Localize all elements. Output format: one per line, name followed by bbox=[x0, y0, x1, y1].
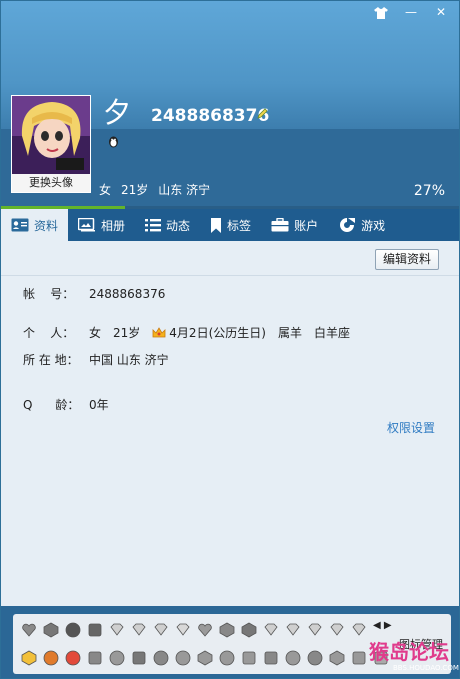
tab-feed[interactable]: 动态 bbox=[135, 209, 200, 241]
location-value: 中国 山东 济宁 bbox=[89, 353, 169, 367]
tag-icon bbox=[211, 217, 222, 233]
tab-games[interactable]: 游戏 bbox=[328, 209, 395, 241]
tab-account[interactable]: 账户 bbox=[261, 209, 328, 241]
completion-percent: 27% bbox=[413, 183, 445, 199]
crown-icon bbox=[152, 326, 166, 337]
account-value: 2488868376 bbox=[89, 286, 166, 301]
minimize-button[interactable]: — bbox=[397, 3, 425, 21]
personal-constellation: 白羊座 bbox=[313, 326, 350, 340]
chat-badge-icon[interactable] bbox=[107, 648, 126, 667]
icon-page-arrows[interactable]: ◀ ▶ bbox=[373, 620, 392, 631]
window-controls: — ✕ bbox=[367, 3, 455, 21]
header-location: 山东 济宁 bbox=[158, 183, 211, 197]
heart-badge-icon[interactable] bbox=[19, 620, 38, 639]
icon-bar: ◀ ▶ 图标管理 猴岛论坛 BBS.HOUDAO.COM bbox=[1, 606, 459, 678]
disc-badge-icon[interactable] bbox=[283, 648, 302, 667]
qt-badge-icon[interactable] bbox=[151, 648, 170, 667]
tab-games-label: 游戏 bbox=[361, 218, 386, 233]
album-icon bbox=[78, 218, 96, 232]
icon-row-top bbox=[19, 620, 368, 640]
q-badge-icon[interactable] bbox=[85, 648, 104, 667]
pet-badge-icon[interactable] bbox=[41, 648, 60, 667]
qage-row: Q 龄： 0年 bbox=[23, 396, 121, 413]
profile-card-icon bbox=[11, 218, 29, 232]
diamond-badge-icon[interactable] bbox=[305, 620, 324, 639]
game-icon bbox=[340, 218, 356, 232]
camera-badge-icon[interactable] bbox=[261, 648, 280, 667]
bird-badge-icon[interactable] bbox=[239, 620, 258, 639]
nickname: 夕 bbox=[103, 96, 132, 129]
app-badge-icon[interactable] bbox=[129, 648, 148, 667]
tab-album[interactable]: 相册 bbox=[68, 209, 135, 241]
header-info: 女 21岁 山东 济宁 bbox=[99, 181, 210, 198]
music-badge-icon[interactable] bbox=[63, 648, 82, 667]
profile-header: — ✕ 更换头像 夕 2488868376 女 21岁 山东 济宁 27% bbox=[1, 1, 459, 207]
tab-tags-label: 标签 bbox=[227, 218, 252, 233]
skin-button[interactable] bbox=[367, 3, 395, 21]
profile-details: 编辑资料 帐 号： 2488868376 个 人： 女 21岁 4月2日(公历生… bbox=[1, 241, 459, 606]
diamond-badge-icon[interactable] bbox=[283, 620, 302, 639]
diamond-badge-icon[interactable] bbox=[349, 620, 368, 639]
tab-feed-label: 动态 bbox=[166, 218, 191, 233]
diamond-badge-icon[interactable] bbox=[261, 620, 280, 639]
location-label: 所 在 地： bbox=[23, 353, 79, 367]
header-gender: 女 bbox=[99, 183, 112, 197]
feed-icon bbox=[145, 219, 162, 232]
personal-age: 21岁 bbox=[113, 326, 141, 340]
tab-profile-label: 资料 bbox=[34, 218, 59, 233]
change-avatar-button[interactable]: 更换头像 bbox=[12, 174, 90, 192]
heart-badge-icon[interactable] bbox=[195, 620, 214, 639]
personal-birthday: 4月2日(公历生日) bbox=[169, 326, 266, 340]
edit-profile-button[interactable]: 编辑资料 bbox=[375, 249, 439, 270]
diamond-badge-icon[interactable] bbox=[129, 620, 148, 639]
shirt-icon bbox=[374, 6, 388, 19]
personal-row: 个 人： 女 21岁 4月2日(公历生日) 属羊 白羊座 bbox=[23, 324, 362, 341]
tab-profile[interactable]: 资料 bbox=[1, 209, 69, 241]
qq-number: 2488868376 bbox=[151, 106, 270, 126]
sport-badge-icon[interactable] bbox=[305, 648, 324, 667]
personal-label: 个 人： bbox=[23, 326, 75, 340]
star-badge-icon[interactable] bbox=[19, 648, 38, 667]
profile-window: — ✕ 更换头像 夕 2488868376 女 21岁 山东 济宁 27% 资料… bbox=[0, 0, 460, 679]
personal-gender: 女 bbox=[89, 326, 102, 340]
edit-pencil-icon[interactable] bbox=[257, 107, 269, 119]
account-label: 帐 号： bbox=[23, 287, 75, 301]
watermark-url: BBS.HOUDAO.COM bbox=[393, 664, 459, 672]
avatar[interactable]: 更换头像 bbox=[11, 95, 91, 193]
penguin-badge-icon[interactable] bbox=[63, 620, 82, 639]
shield-badge-icon[interactable] bbox=[41, 620, 60, 639]
clover-badge-icon[interactable] bbox=[217, 648, 236, 667]
qq-penguin-icon bbox=[109, 136, 118, 148]
cube-badge-icon[interactable] bbox=[349, 648, 368, 667]
divider bbox=[1, 275, 459, 276]
robot-badge-icon[interactable] bbox=[85, 620, 104, 639]
avatar-image bbox=[12, 96, 90, 174]
qage-value: 0年 bbox=[89, 398, 109, 412]
permission-settings-link[interactable]: 权限设置 bbox=[387, 419, 435, 436]
watermark-logo: 猴岛论坛 bbox=[369, 640, 449, 664]
bird-badge-icon[interactable] bbox=[217, 620, 236, 639]
header-age: 21岁 bbox=[121, 183, 149, 197]
qage-label: Q 龄： bbox=[23, 398, 80, 412]
mail-badge-icon[interactable] bbox=[239, 648, 258, 667]
shield-badge-icon[interactable] bbox=[195, 648, 214, 667]
tab-bar: 资料 相册 动态 标签 账户 游戏 bbox=[1, 209, 459, 241]
wallet-icon bbox=[271, 218, 289, 232]
close-button[interactable]: ✕ bbox=[427, 3, 455, 21]
diamond-badge-icon[interactable] bbox=[327, 620, 346, 639]
personal-zodiac: 属羊 bbox=[277, 326, 302, 340]
account-row: 帐 号： 2488868376 bbox=[23, 285, 177, 302]
diamond-badge-icon[interactable] bbox=[173, 620, 192, 639]
tab-account-label: 账户 bbox=[294, 218, 319, 233]
tab-album-label: 相册 bbox=[101, 218, 126, 233]
face-badge-icon[interactable] bbox=[173, 648, 192, 667]
diamond-badge-icon[interactable] bbox=[107, 620, 126, 639]
diamond-badge-icon[interactable] bbox=[151, 620, 170, 639]
shield-badge-icon[interactable] bbox=[327, 648, 346, 667]
tab-tags[interactable]: 标签 bbox=[200, 209, 261, 241]
icon-row-bottom bbox=[19, 648, 390, 668]
location-row: 所 在 地： 中国 山东 济宁 bbox=[23, 351, 181, 368]
